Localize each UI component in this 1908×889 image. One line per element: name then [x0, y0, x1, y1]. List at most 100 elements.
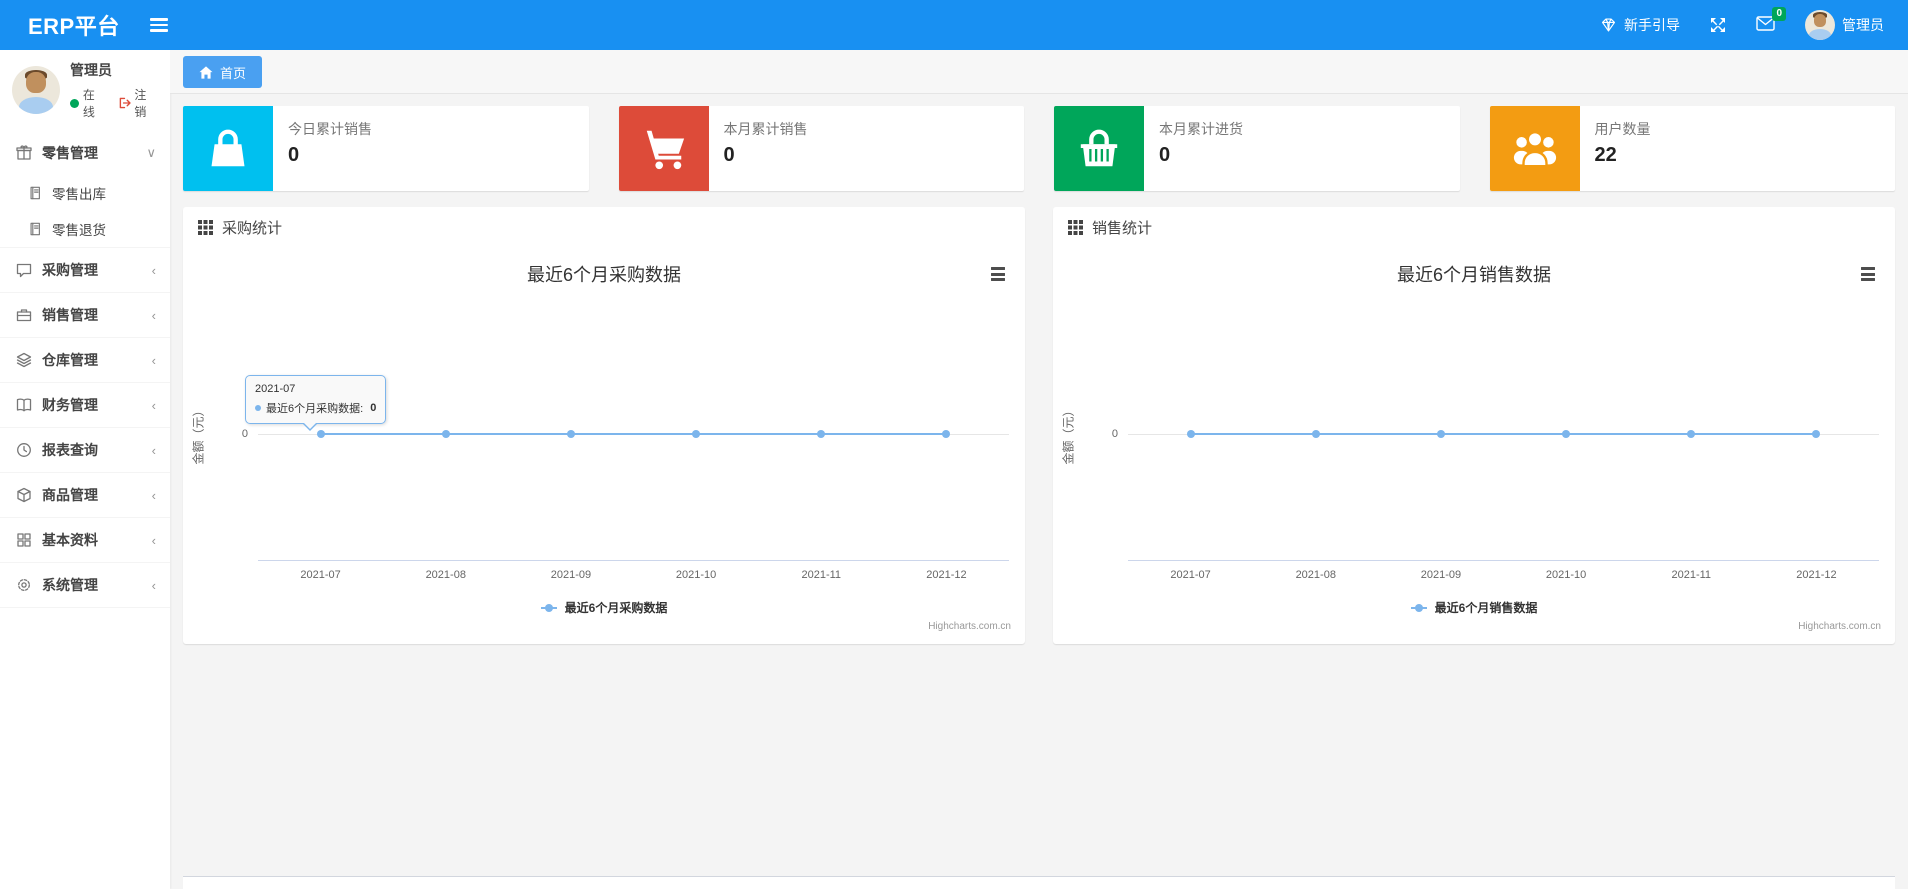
x-axis-label: 2021-10 — [1545, 569, 1587, 581]
y-axis-tick: 0 — [1111, 428, 1118, 440]
home-icon — [199, 65, 213, 79]
chart-title: 最近6个月销售数据 — [1396, 265, 1551, 285]
x-axis-label: 2021-12 — [926, 569, 967, 581]
guide-link[interactable]: 新手引导 — [1600, 15, 1680, 35]
messages-count-badge: 0 — [1772, 7, 1786, 21]
sidebar-item-sales[interactable]: 销售管理 ‹ — [0, 293, 170, 338]
stat-card-today-sales: 今日累计销售 0 — [183, 106, 589, 191]
chevron-left-icon: ‹ — [151, 532, 156, 548]
tooltip-series-label: 最近6个月采购数据: — [266, 403, 364, 415]
x-axis-label: 2021-08 — [425, 569, 466, 581]
data-point[interactable] — [817, 430, 826, 438]
chart-context-menu-icon[interactable] — [1859, 265, 1877, 283]
guide-label: 新手引导 — [1624, 17, 1680, 33]
x-axis-label: 2021-08 — [1295, 569, 1336, 581]
data-point[interactable] — [942, 430, 951, 438]
brand-logo[interactable]: ERP平台 — [0, 9, 142, 41]
cart-icon — [618, 106, 709, 191]
sidebar-item-retail-outbound[interactable]: 零售出库 — [0, 175, 170, 211]
legend-marker-icon — [540, 603, 557, 612]
sidebar-item-retail[interactable]: 零售管理 ∨ — [0, 130, 170, 175]
user-menu[interactable]: 管理员 — [1805, 10, 1884, 40]
x-axis-label: 2021-12 — [1796, 569, 1837, 581]
chevron-left-icon: ‹ — [151, 352, 156, 368]
stat-label: 用户数量 — [1594, 121, 1651, 137]
chart-title: 最近6个月采购数据 — [526, 265, 681, 285]
data-point[interactable] — [1311, 430, 1320, 438]
journal-icon — [26, 222, 44, 236]
messages-button[interactable]: 0 — [1756, 7, 1786, 34]
x-axis-label: 2021-07 — [1170, 569, 1211, 581]
data-point[interactable] — [692, 430, 701, 438]
stat-label: 本月累计进货 — [1159, 121, 1243, 137]
gift-icon — [14, 144, 34, 161]
open-book-icon — [14, 397, 34, 413]
th-grid-icon — [198, 219, 213, 235]
purchase-stats-panel: 采购统计 最近6个月采购数据 金额（元） 0 2021-07 2021-08 2… — [183, 207, 1025, 644]
sidebar-item-purchase[interactable]: 采购管理 ‹ — [0, 248, 170, 293]
x-axis-label: 2021-11 — [1671, 569, 1712, 581]
series-line — [320, 433, 947, 435]
data-point[interactable] — [1436, 430, 1445, 438]
avatar — [1805, 10, 1835, 40]
gem-icon — [1601, 18, 1616, 32]
stat-value: 0 — [1159, 144, 1171, 166]
logout-link[interactable]: 注销 — [119, 86, 158, 120]
chevron-left-icon: ‹ — [151, 307, 156, 323]
chevron-down-icon: ∨ — [146, 144, 156, 160]
x-axis-label: 2021-11 — [801, 569, 842, 581]
chevron-left-icon: ‹ — [151, 397, 156, 413]
sales-stats-panel: 销售统计 最近6个月销售数据 金额（元） 0 2021-07 2021-08 2… — [1053, 207, 1895, 644]
sidebar-item-products[interactable]: 商品管理 ‹ — [0, 473, 170, 518]
data-point[interactable] — [1687, 430, 1696, 438]
sidebar-item-reports[interactable]: 报表查询 ‹ — [0, 428, 170, 473]
data-point[interactable] — [441, 430, 450, 438]
stat-card-user-count: 用户数量 22 — [1489, 106, 1895, 191]
layers-icon — [14, 352, 34, 368]
stat-label: 今日累计销售 — [288, 121, 372, 137]
th-grid-icon — [1068, 219, 1083, 235]
grid-icon — [14, 532, 34, 548]
fullscreen-button[interactable] — [1710, 17, 1726, 33]
chart-context-menu-icon[interactable] — [989, 265, 1007, 283]
page-footer — [183, 876, 1895, 889]
clock-icon — [14, 442, 34, 458]
stat-value: 0 — [723, 144, 735, 166]
legend-item[interactable]: 最近6个月销售数据 — [1053, 599, 1895, 616]
gear-icon — [14, 577, 34, 593]
panel-title: 采购统计 — [222, 219, 283, 237]
tooltip-value: 0 — [370, 402, 377, 414]
data-point[interactable] — [1186, 430, 1195, 438]
panel-title: 销售统计 — [1092, 219, 1153, 237]
users-icon — [1489, 106, 1580, 191]
y-axis-title: 金额（元） — [1061, 404, 1076, 465]
tab-home[interactable]: 首页 — [183, 56, 263, 88]
chevron-left-icon: ‹ — [151, 262, 156, 278]
data-point[interactable] — [1812, 430, 1821, 438]
stat-card-month-sales: 本月累计销售 0 — [618, 106, 1024, 191]
legend-marker-icon — [1410, 603, 1427, 612]
tab-bar: 首页 — [170, 50, 1908, 94]
data-point[interactable] — [566, 430, 575, 438]
comment-icon — [14, 262, 34, 278]
plot-area: 金额（元） 0 2021-07 2021-08 2021-09 2021-10 … — [192, 308, 1009, 581]
expand-arrows-icon — [1711, 18, 1725, 32]
sidebar-toggle-icon[interactable] — [142, 10, 176, 40]
stat-value: 22 — [1594, 144, 1617, 166]
x-axis-label: 2021-09 — [550, 569, 592, 581]
y-axis-title: 金额（元） — [191, 404, 206, 465]
sidebar-item-system[interactable]: 系统管理 ‹ — [0, 563, 170, 608]
x-axis-label: 2021-07 — [300, 569, 341, 581]
sidebar-item-finance[interactable]: 财务管理 ‹ — [0, 383, 170, 428]
avatar — [12, 66, 60, 114]
sidebar-submenu-retail: 零售出库 零售退货 — [0, 175, 170, 248]
data-point[interactable] — [1562, 430, 1571, 438]
sidebar-item-warehouse[interactable]: 仓库管理 ‹ — [0, 338, 170, 383]
series-marker-dot — [255, 405, 261, 411]
chart-panels-row: 采购统计 最近6个月采购数据 金额（元） 0 2021-07 2021-08 2… — [183, 207, 1895, 644]
briefcase-icon — [14, 307, 34, 323]
sidebar-item-retail-return[interactable]: 零售退货 — [0, 211, 170, 247]
y-axis-tick: 0 — [241, 428, 248, 440]
legend-item[interactable]: 最近6个月采购数据 — [183, 599, 1025, 616]
sidebar-item-basic-data[interactable]: 基本资料 ‹ — [0, 518, 170, 563]
